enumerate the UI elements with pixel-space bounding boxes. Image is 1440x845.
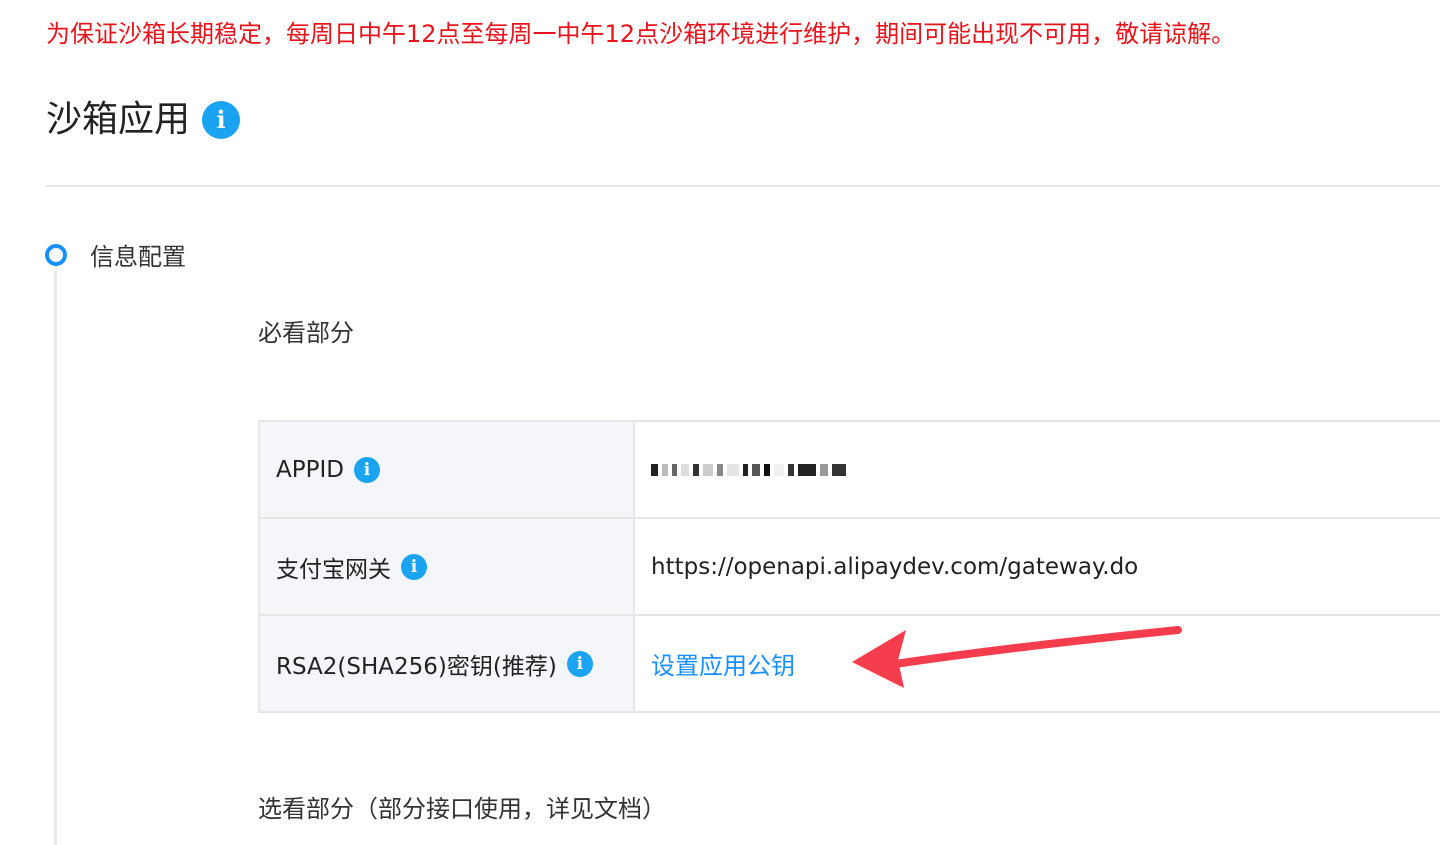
label-cell: 支付宝网关 i	[258, 517, 635, 616]
label-cell: RSA2(SHA256)密钥(推荐) i	[258, 614, 635, 713]
info-icon[interactable]: i	[566, 650, 593, 677]
table-row: 支付宝网关 i https://openapi.alipaydev.com/ga…	[258, 517, 1440, 616]
step-title: 信息配置	[90, 243, 186, 271]
table-row: RSA2(SHA256)密钥(推荐) i 设置应用公钥	[258, 614, 1440, 713]
gateway-url: https://openapi.alipaydev.com/gateway.do	[651, 553, 1139, 580]
rsa2-key-label: RSA2(SHA256)密钥(推荐)	[276, 653, 557, 680]
header-divider	[46, 185, 1440, 187]
optional-section-title: 选看部分（部分接口使用，详见文档）	[258, 795, 666, 823]
info-icon[interactable]: i	[353, 456, 380, 483]
config-table: APPID i 支付宝网关 i https://openapi.alipayde…	[258, 420, 1440, 713]
table-row: APPID i	[258, 420, 1440, 519]
set-app-public-key-link[interactable]: 设置应用公钥	[651, 652, 795, 680]
rsa2-value-cell: 设置应用公钥	[633, 614, 1440, 713]
maintenance-notice: 为保证沙箱长期稳定，每周日中午12点至每周一中午12点沙箱环境进行维护，期间可能…	[46, 20, 1236, 48]
info-icon[interactable]: i	[401, 553, 427, 580]
gateway-label: 支付宝网关	[276, 556, 391, 583]
appid-label: APPID	[276, 456, 344, 483]
step-indicator	[45, 244, 67, 266]
step-connector-line	[54, 270, 57, 845]
gateway-value-cell: https://openapi.alipaydev.com/gateway.do	[633, 517, 1440, 616]
required-section-title: 必看部分	[258, 319, 354, 347]
page-header: 沙箱应用 i	[46, 96, 241, 144]
appid-value-cell	[633, 420, 1440, 519]
appid-masked-value	[651, 460, 1440, 480]
label-cell: APPID i	[258, 420, 635, 519]
page-title: 沙箱应用	[46, 99, 191, 140]
info-icon[interactable]: i	[202, 101, 241, 139]
